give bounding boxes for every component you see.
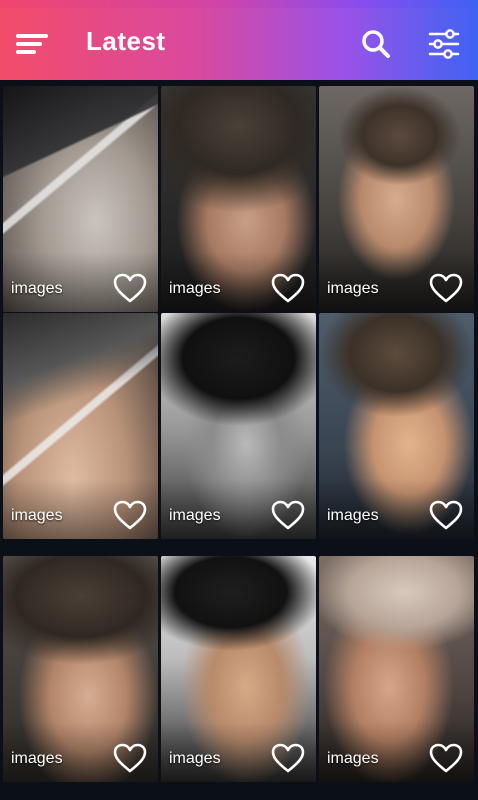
grid-card[interactable]: images [319, 313, 474, 539]
heart-outline-icon[interactable] [428, 742, 464, 774]
grid-card[interactable]: images [319, 86, 474, 312]
image-label: images [327, 507, 379, 524]
grid-card[interactable]: images [161, 86, 316, 312]
grid-card[interactable]: images [3, 313, 158, 539]
image-label: images [169, 750, 221, 767]
search-button[interactable] [356, 24, 396, 64]
status-time [10, 0, 74, 4]
image-label: images [169, 280, 221, 297]
grid-card[interactable]: images [3, 86, 158, 312]
grid-card[interactable]: images [3, 556, 158, 782]
grid-card[interactable]: images [161, 313, 316, 539]
status-indicators [318, 0, 460, 4]
sliders-filter-icon [428, 29, 460, 59]
heart-outline-icon[interactable] [112, 742, 148, 774]
image-label: images [327, 750, 379, 767]
grid-card[interactable]: images [319, 556, 474, 782]
image-label: images [11, 507, 63, 524]
image-label: images [169, 507, 221, 524]
heart-outline-icon[interactable] [112, 499, 148, 531]
image-grid: images images images images images image… [0, 80, 478, 800]
image-label: images [327, 280, 379, 297]
menu-button[interactable] [10, 22, 54, 66]
filter-button[interactable] [424, 24, 464, 64]
grid-card[interactable]: images [161, 556, 316, 782]
status-bar [0, 0, 478, 8]
page-title: Latest [86, 26, 166, 56]
image-label: images [11, 750, 63, 767]
app-bar: Latest [0, 8, 478, 80]
heart-outline-icon[interactable] [112, 272, 148, 304]
hamburger-menu-icon [16, 30, 48, 58]
heart-outline-icon[interactable] [428, 272, 464, 304]
heart-outline-icon[interactable] [270, 742, 306, 774]
heart-outline-icon[interactable] [428, 499, 464, 531]
image-label: images [11, 280, 63, 297]
heart-outline-icon[interactable] [270, 499, 306, 531]
heart-outline-icon[interactable] [270, 272, 306, 304]
search-icon [362, 30, 390, 58]
